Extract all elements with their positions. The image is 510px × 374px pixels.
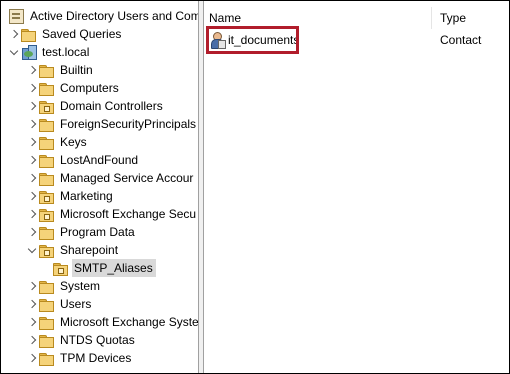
tree-item-ntds-quotas[interactable]: NTDS Quotas: [27, 331, 135, 349]
tree-item-tpm-devices[interactable]: TPM Devices: [27, 349, 131, 367]
ou-folder-icon: [39, 98, 55, 114]
tree-item-label: Marketing: [60, 189, 113, 203]
tree-item-label: System: [60, 279, 101, 293]
tree-item-saved-queries[interactable]: Saved Queries: [9, 25, 121, 43]
console-tree: Active Directory Users and Com Saved Que…: [1, 1, 198, 373]
tree-item-managed-service-accounts[interactable]: Managed Service Accour: [27, 169, 193, 187]
folder-icon: [39, 350, 55, 366]
tree-item-label: test.local: [42, 45, 90, 59]
folder-icon: [39, 332, 55, 348]
tree-item-label: Builtin: [60, 63, 93, 77]
chevron-right-icon[interactable]: [27, 331, 37, 349]
chevron-right-icon[interactable]: [27, 277, 37, 295]
results-list: Name Type it_documents Contact: [204, 1, 509, 373]
chevron-right-icon[interactable]: [27, 115, 37, 133]
list-item-type: Contact: [440, 33, 482, 47]
column-header-label: Name: [209, 11, 242, 25]
tree-item-foreign-security-principals[interactable]: ForeignSecurityPrincipals: [27, 115, 196, 133]
tree-item-computers[interactable]: Computers: [27, 79, 119, 97]
tree-item-microsoft-exchange-system[interactable]: Microsoft Exchange Syste: [27, 313, 198, 331]
tree-item-domain-controllers[interactable]: Domain Controllers: [27, 97, 163, 115]
folder-icon: [39, 80, 55, 96]
tree-item-system[interactable]: System: [27, 277, 100, 295]
folder-icon: [39, 224, 55, 240]
chevron-right-icon[interactable]: [27, 223, 37, 241]
tree-item-label: Users: [60, 297, 92, 311]
chevron-right-icon[interactable]: [27, 133, 37, 151]
tree-item-users[interactable]: Users: [27, 295, 91, 313]
ou-folder-icon: [39, 188, 55, 204]
tree-root-label: Active Directory Users and Com: [30, 9, 198, 23]
chevron-right-icon[interactable]: [27, 295, 37, 313]
tree-item-label: Microsoft Exchange Syste: [60, 315, 198, 329]
chevron-right-icon[interactable]: [9, 25, 19, 43]
folder-icon: [39, 152, 55, 168]
tree-item-builtin[interactable]: Builtin: [27, 61, 93, 79]
ou-folder-icon: [39, 206, 55, 222]
tree-item-sharepoint[interactable]: Sharepoint: [27, 241, 118, 259]
tree-root[interactable]: Active Directory Users and Com: [7, 7, 198, 25]
tree-item-lost-and-found[interactable]: LostAndFound: [27, 151, 138, 169]
tree-item-label: LostAndFound: [60, 153, 139, 167]
column-header-label: Type: [440, 11, 467, 25]
chevron-right-icon[interactable]: [27, 151, 37, 169]
chevron-right-icon[interactable]: [27, 187, 37, 205]
chevron-right-icon[interactable]: [27, 61, 37, 79]
folder-icon: [39, 296, 55, 312]
chevron-right-icon[interactable]: [27, 313, 37, 331]
chevron-down-icon[interactable]: [27, 241, 37, 259]
folder-icon: [39, 314, 55, 330]
folder-icon: [39, 62, 55, 78]
tree-item-program-data[interactable]: Program Data: [27, 223, 135, 241]
ou-folder-icon: [39, 242, 55, 258]
tree-item-microsoft-exchange-security[interactable]: Microsoft Exchange Secu: [27, 205, 196, 223]
tree-item-label: ForeignSecurityPrincipals: [60, 117, 197, 131]
column-divider[interactable]: [431, 7, 432, 29]
tree-item-label: Saved Queries: [42, 27, 122, 41]
column-header-type[interactable]: Type: [440, 7, 506, 29]
tree-item-label: Managed Service Accour: [60, 171, 194, 185]
chevron-right-icon[interactable]: [27, 97, 37, 115]
chevron-right-icon[interactable]: [27, 79, 37, 97]
tree-item-label: Keys: [60, 135, 87, 149]
chevron-right-icon[interactable]: [27, 349, 37, 367]
tree-item-label: NTDS Quotas: [60, 333, 135, 347]
tree-item-label: TPM Devices: [60, 351, 132, 365]
domain-icon: [21, 44, 37, 60]
folder-icon: [39, 170, 55, 186]
chevron-right-icon[interactable]: [27, 205, 37, 223]
list-item-type-cell: Contact: [440, 29, 481, 51]
tree-item-smtp-aliases[interactable]: SMTP_Aliases: [51, 259, 156, 277]
tree-item-marketing[interactable]: Marketing: [27, 187, 113, 205]
annotation-highlight-box: [206, 26, 299, 54]
chevron-right-icon[interactable]: [27, 169, 37, 187]
tree-item-label: Domain Controllers: [60, 99, 163, 113]
folder-icon: [39, 278, 55, 294]
aduc-window: Active Directory Users and Com Saved Que…: [0, 0, 510, 374]
tree-item-domain[interactable]: test.local: [9, 43, 89, 61]
tree-item-label: Computers: [60, 81, 119, 95]
ad-console-icon: [9, 8, 25, 24]
tree-item-label: Sharepoint: [60, 243, 119, 257]
folder-icon: [39, 134, 55, 150]
tree-item-label: Microsoft Exchange Secu: [60, 207, 197, 221]
ou-folder-icon: [53, 260, 69, 276]
tree-item-label: SMTP_Aliases: [72, 259, 156, 277]
tree-item-keys[interactable]: Keys: [27, 133, 87, 151]
chevron-down-icon[interactable]: [9, 43, 19, 61]
folder-icon: [39, 116, 55, 132]
tree-item-label: Program Data: [60, 225, 135, 239]
folder-icon: [21, 26, 37, 42]
